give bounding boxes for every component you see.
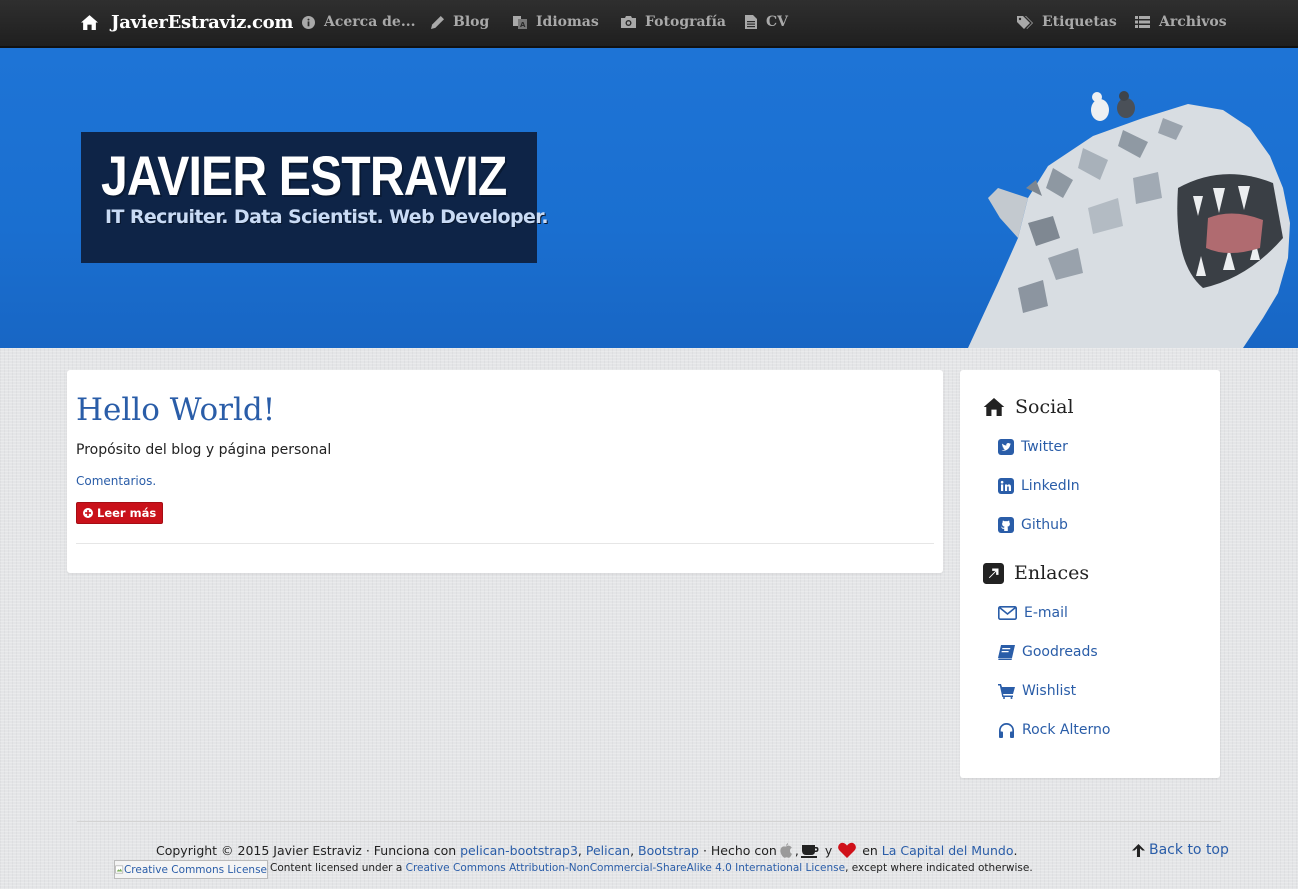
footer-divider [77,821,1221,822]
read-more-button[interactable]: Leer más [76,502,164,524]
post-card: Hello World! Propósito del blog y página… [67,370,943,573]
home-icon [983,398,1005,416]
pelican-bootstrap-link[interactable]: pelican-bootstrap3 [460,843,578,858]
nav-item-etiquetas[interactable]: Etiquetas [1017,0,1117,44]
linkedin-icon [998,478,1014,494]
pencil-icon [431,15,444,29]
sidebar-item-label: Github [1021,517,1068,533]
sidebar-item-label: Wishlist [1022,683,1077,699]
top-navbar: JavierEstraviz.com Acerca de... Blog A I… [0,0,1298,48]
brand-link[interactable]: JavierEstraviz.com [81,0,293,44]
hero-name: JAVIER ESTRAVIZ [101,144,507,207]
list-icon [1135,16,1150,28]
period: . [1013,842,1018,858]
arrow-up-icon [1132,843,1145,857]
external-link-icon [983,562,1004,584]
nav-item-idiomas[interactable]: A Idiomas [513,0,599,44]
hero-banner: JAVIER ESTRAVIZ IT Recruiter. Data Scien… [0,48,1298,348]
sidebar-item-email[interactable]: E-mail [998,603,1068,623]
cc-license-link[interactable]: Creative Commons Attribution-NonCommerci… [406,862,845,874]
nav-item-label: Fotografía [645,14,726,30]
back-to-top-label: Back to top [1149,842,1229,858]
sidebar-card: Social Twitter LinkedIn Github Enlaces E… [960,370,1220,778]
nav-item-label: Blog [453,14,490,30]
headphones-icon [999,723,1014,738]
sidebar-item-label: E-mail [1024,605,1068,621]
back-to-top-link[interactable]: Back to top [1132,842,1229,858]
nav-item-label: Archivos [1159,14,1227,30]
github-icon [998,517,1014,533]
plus-circle-icon [83,508,93,518]
nav-item-archivos[interactable]: Archivos [1135,0,1227,44]
capital-mundo-link[interactable]: La Capital del Mundo [882,843,1014,858]
separator: , [577,842,582,858]
coffee-icon [800,844,819,858]
links-heading-label: Enlaces [1014,562,1090,584]
footer-copyright: Copyright © 2015 Javier Estraviz · Funci… [156,842,1017,858]
sidebar-item-wishlist[interactable]: Wishlist [998,681,1076,701]
brand-label: JavierEstraviz.com [111,11,294,33]
heart-icon [838,842,857,858]
nav-item-cv[interactable]: CV [745,0,788,44]
nav-item-label: Idiomas [536,14,599,30]
license-suffix: , except where indicated otherwise. [845,862,1033,874]
copyright-text: Copyright © 2015 Javier Estraviz · Funci… [156,842,457,858]
cc-license-alt: Creative Commons License [123,863,267,876]
apple-icon [780,842,792,858]
social-heading: Social [983,394,1074,420]
tiger-statue-image [968,91,1290,348]
sidebar-item-github[interactable]: Github [998,515,1068,535]
twitter-icon [998,439,1014,455]
svg-text:A: A [520,21,526,29]
pelican-link[interactable]: Pelican [586,843,630,858]
language-icon: A [513,15,527,29]
nav-item-acerca[interactable]: Acerca de... [302,0,415,44]
read-more-label: Leer más [97,506,157,520]
comments-link[interactable]: Comentarios. [76,474,156,488]
sidebar-item-label: Rock Alterno [1022,722,1111,738]
nav-item-label: Etiquetas [1042,14,1117,30]
hero-tagline: IT Recruiter. Data Scientist. Web Develo… [105,206,549,228]
cart-icon [998,683,1015,699]
nav-item-blog[interactable]: Blog [431,0,489,44]
file-icon [745,15,757,29]
nav-item-label: Acerca de... [324,14,416,30]
hero-title-box: JAVIER ESTRAVIZ IT Recruiter. Data Scien… [81,132,549,263]
bootstrap-link[interactable]: Bootstrap [638,843,699,858]
made-with-text: · Hecho con [702,842,777,858]
links-heading: Enlaces [983,560,1089,586]
license-prefix: Content licensed under a [270,862,403,874]
post-summary: Propósito del blog y página personal [76,442,332,458]
nav-item-label: CV [766,14,789,30]
envelope-icon [998,606,1017,620]
sidebar-item-label: Goodreads [1022,644,1098,660]
license-text: Content licensed under a Creative Common… [270,862,1033,874]
comma: , [794,842,799,858]
sidebar-item-twitter[interactable]: Twitter [998,437,1068,457]
info-icon [302,15,315,29]
sidebar-item-label: Twitter [1021,439,1068,455]
cc-license-image[interactable]: Creative Commons License [114,860,268,879]
social-heading-label: Social [1015,396,1074,418]
home-icon [81,14,98,30]
and-text: y [824,842,833,858]
sidebar-item-rock-alterno[interactable]: Rock Alterno [998,720,1110,740]
broken-image-icon [115,865,124,874]
in-text: en [862,842,878,858]
sidebar-item-linkedin[interactable]: LinkedIn [998,476,1080,496]
nav-item-fotografia[interactable]: Fotografía [621,0,726,44]
book-icon [998,644,1015,660]
sidebar-item-label: LinkedIn [1021,478,1080,494]
separator: , [630,842,635,858]
post-divider [76,543,934,544]
post-title[interactable]: Hello World! [76,392,275,428]
sidebar-item-goodreads[interactable]: Goodreads [998,642,1098,662]
camera-icon [621,16,636,28]
tags-icon [1017,15,1033,29]
